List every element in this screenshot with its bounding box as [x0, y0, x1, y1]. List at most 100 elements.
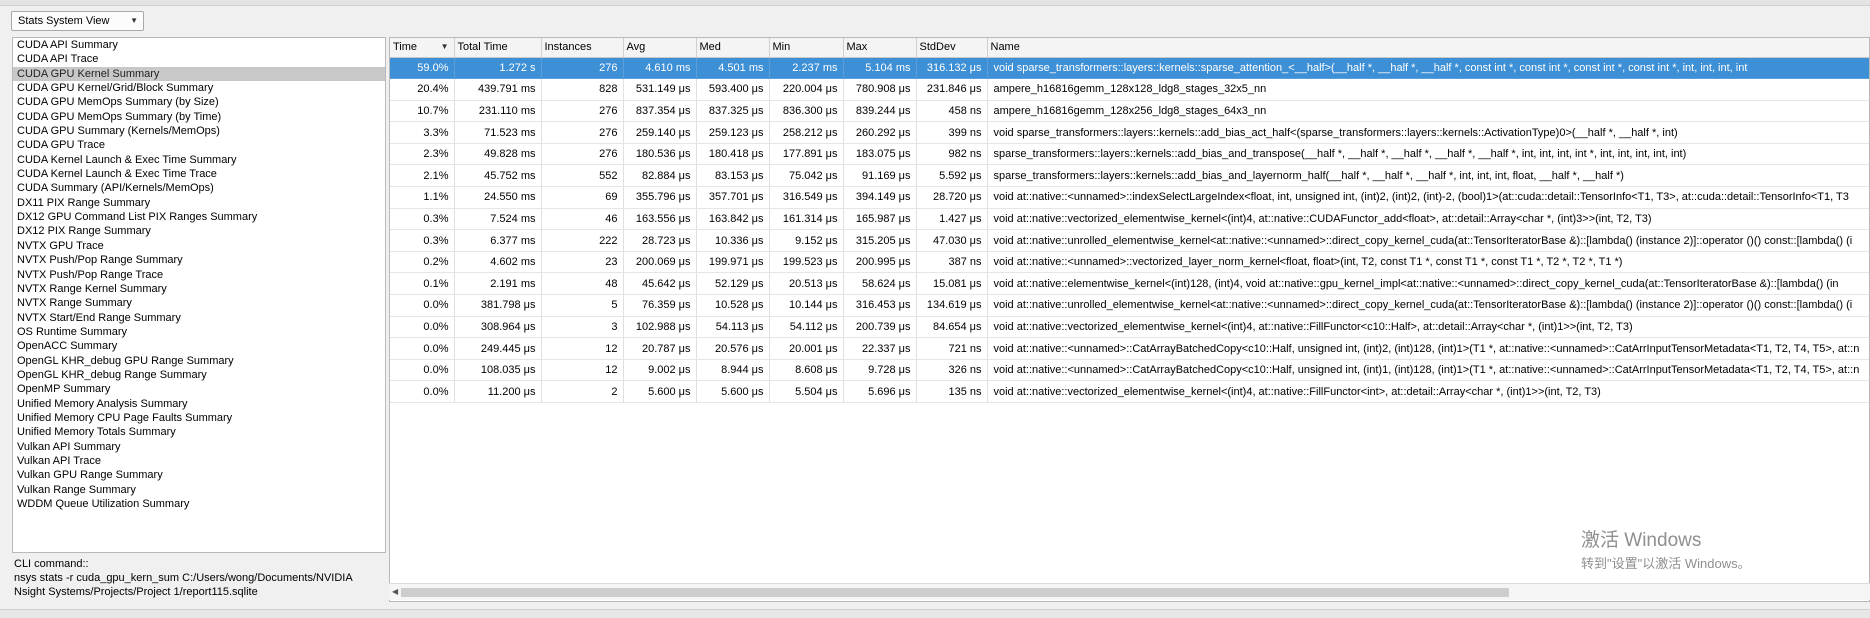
- view-selector-dropdown[interactable]: Stats System View ▼: [11, 11, 144, 31]
- report-item[interactable]: CUDA GPU MemOps Summary (by Time): [13, 110, 385, 124]
- report-item[interactable]: DX11 PIX Range Summary: [13, 196, 385, 210]
- report-item[interactable]: CUDA GPU Kernel/Grid/Block Summary: [13, 81, 385, 95]
- table-row[interactable]: 0.0% 308.964 μs 3 102.988 μs 54.113 μs 54.112…: [390, 316, 1869, 339]
- table-cell-stddev: 982 ns: [916, 143, 988, 166]
- table-row[interactable]: 2.3% 49.828 ms 276 180.536 μs 180.418 μs 177.…: [390, 143, 1869, 166]
- table-cell-total-time: 11.200 μs: [454, 380, 542, 403]
- report-item[interactable]: CUDA Summary (API/Kernels/MemOps): [13, 181, 385, 195]
- table-cell-name: void at::native::vectorized_elementwise_…: [987, 316, 1869, 339]
- column-header-min[interactable]: Min: [769, 38, 844, 58]
- column-header-time[interactable]: Time ▼: [390, 38, 455, 58]
- table-cell-avg: 4.610 ms: [623, 57, 697, 80]
- table-cell-time: 0.0%: [390, 337, 455, 360]
- table-cell-min: 199.523 μs: [769, 251, 844, 274]
- column-header-label: Total Time: [457, 41, 508, 54]
- table-cell-time: 20.4%: [390, 78, 455, 101]
- report-item[interactable]: Unified Memory CPU Page Faults Summary: [13, 411, 385, 425]
- table-cell-time: 2.1%: [390, 164, 455, 188]
- report-list[interactable]: CUDA API Summary CUDA API Trace CUDA GPU K…: [12, 37, 386, 553]
- report-item[interactable]: CUDA GPU MemOps Summary (by Size): [13, 95, 385, 109]
- horizontal-scrollbar[interactable]: ◀: [389, 583, 1870, 600]
- table-row[interactable]: 0.3% 7.524 ms 46 163.556 μs 163.842 μs 161.31…: [390, 208, 1869, 231]
- column-header-max[interactable]: Max: [843, 38, 917, 58]
- table-row[interactable]: 0.1% 2.191 ms 48 45.642 μs 52.129 μs 20.513 μ…: [390, 272, 1869, 296]
- report-item[interactable]: Unified Memory Analysis Summary: [13, 397, 385, 411]
- report-item[interactable]: NVTX Range Summary: [13, 296, 385, 310]
- table-cell-max: 260.292 μs: [843, 121, 917, 144]
- report-item[interactable]: CUDA GPU Summary (Kernels/MemOps): [13, 124, 385, 138]
- report-item[interactable]: DX12 GPU Command List PIX Ranges Summary: [13, 210, 385, 224]
- column-header-avg[interactable]: Avg: [623, 38, 697, 58]
- table-row[interactable]: 0.2% 4.602 ms 23 200.069 μs 199.971 μs 199.52…: [390, 251, 1869, 274]
- table-cell-med: 837.325 μs: [696, 100, 770, 123]
- table-cell-instances: 69: [541, 186, 624, 209]
- table-cell-min: 5.504 μs: [769, 380, 844, 403]
- report-item[interactable]: Vulkan GPU Range Summary: [13, 468, 385, 482]
- report-item[interactable]: OS Runtime Summary: [13, 325, 385, 339]
- table-cell-total-time: 2.191 ms: [454, 272, 542, 296]
- report-item[interactable]: DX12 PIX Range Summary: [13, 224, 385, 238]
- table-cell-stddev: 134.619 μs: [916, 294, 988, 317]
- stats-table-panel: Time ▼ Total Time Instances Avg Med Min Max StdD…: [389, 37, 1870, 602]
- table-cell-med: 163.842 μs: [696, 208, 770, 231]
- report-item[interactable]: CUDA GPU Kernel Summary: [13, 66, 385, 82]
- report-item[interactable]: OpenGL KHR_debug GPU Range Summary: [13, 354, 385, 368]
- table-row[interactable]: 0.0% 11.200 μs 2 5.600 μs 5.600 μs 5.504 μs 5.…: [390, 380, 1869, 403]
- table-row[interactable]: 0.3% 6.377 ms 222 28.723 μs 10.336 μs 9.152 μ…: [390, 229, 1869, 252]
- table-cell-name: void at::native::<unnamed>::CatArrayBatc…: [987, 359, 1869, 382]
- table-cell-name: void at::native::elementwise_kernel<(int…: [987, 272, 1869, 296]
- table-row[interactable]: 2.1% 45.752 ms 552 82.884 μs 83.153 μs 75.042…: [390, 164, 1869, 188]
- column-header-label: StdDev: [919, 41, 956, 54]
- table-cell-name: void at::native::vectorized_elementwise_…: [987, 208, 1869, 231]
- table-cell-med: 8.944 μs: [696, 359, 770, 382]
- table-cell-time: 3.3%: [390, 121, 455, 144]
- table-cell-max: 9.728 μs: [843, 359, 917, 382]
- report-item[interactable]: NVTX Push/Pop Range Trace: [13, 268, 385, 282]
- report-item[interactable]: Unified Memory Totals Summary: [13, 425, 385, 439]
- table-row[interactable]: 0.0% 108.035 μs 12 9.002 μs 8.944 μs 8.608 μs…: [390, 359, 1869, 382]
- table-row[interactable]: 0.0% 381.798 μs 5 76.359 μs 10.528 μs 10.144 …: [390, 294, 1869, 317]
- table-cell-total-time: 439.791 ms: [454, 78, 542, 101]
- table-row[interactable]: 20.4% 439.791 ms 828 531.149 μs 593.400 μs 22…: [390, 78, 1869, 101]
- report-item[interactable]: CUDA Kernel Launch & Exec Time Summary: [13, 153, 385, 167]
- report-item[interactable]: Vulkan API Trace: [13, 454, 385, 468]
- table-row[interactable]: 59.0% 1.272 s 276 4.610 ms 4.501 ms 2.237 ms 5…: [390, 57, 1869, 80]
- scroll-left-icon[interactable]: ◀: [392, 587, 398, 596]
- report-item[interactable]: NVTX GPU Trace: [13, 239, 385, 253]
- report-item[interactable]: NVTX Range Kernel Summary: [13, 282, 385, 296]
- report-item[interactable]: Vulkan Range Summary: [13, 483, 385, 497]
- table-cell-total-time: 308.964 μs: [454, 316, 542, 339]
- table-cell-time: 10.7%: [390, 100, 455, 123]
- column-header-total-time[interactable]: Total Time: [454, 38, 542, 58]
- scrollbar-thumb[interactable]: [401, 588, 1509, 597]
- report-item[interactable]: OpenGL KHR_debug Range Summary: [13, 368, 385, 382]
- column-header-instances[interactable]: Instances: [541, 38, 624, 58]
- table-cell-avg: 82.884 μs: [623, 164, 697, 188]
- report-item[interactable]: NVTX Start/End Range Summary: [13, 311, 385, 325]
- table-row[interactable]: 3.3% 71.523 ms 276 259.140 μs 259.123 μs 258.…: [390, 121, 1869, 144]
- report-item[interactable]: CUDA API Trace: [13, 52, 385, 66]
- table-row[interactable]: 10.7% 231.110 ms 276 837.354 μs 837.325 μs 83…: [390, 100, 1869, 123]
- report-item[interactable]: CUDA API Summary: [13, 38, 385, 52]
- table-row[interactable]: 1.1% 24.550 ms 69 355.796 μs 357.701 μs 316.5…: [390, 186, 1869, 209]
- table-row[interactable]: 0.0% 249.445 μs 12 20.787 μs 20.576 μs 20.001…: [390, 337, 1869, 360]
- report-item[interactable]: CUDA GPU Trace: [13, 138, 385, 152]
- column-header-stddev[interactable]: StdDev: [916, 38, 988, 58]
- report-item[interactable]: OpenMP Summary: [13, 382, 385, 396]
- table-cell-med: 259.123 μs: [696, 121, 770, 144]
- column-header-med[interactable]: Med: [696, 38, 770, 58]
- stats-table: Time ▼ Total Time Instances Avg Med Min Max StdD…: [390, 38, 1869, 403]
- report-item[interactable]: Vulkan API Summary: [13, 440, 385, 454]
- report-item[interactable]: WDDM Queue Utilization Summary: [13, 497, 385, 511]
- report-item[interactable]: CUDA Kernel Launch & Exec Time Trace: [13, 167, 385, 181]
- table-cell-total-time: 24.550 ms: [454, 186, 542, 209]
- report-item[interactable]: NVTX Push/Pop Range Summary: [13, 253, 385, 267]
- table-cell-avg: 76.359 μs: [623, 294, 697, 317]
- report-item[interactable]: OpenACC Summary: [13, 339, 385, 353]
- table-cell-avg: 20.787 μs: [623, 337, 697, 360]
- column-header-name[interactable]: Name: [987, 38, 1869, 58]
- table-cell-max: 58.624 μs: [843, 272, 917, 296]
- table-cell-instances: 276: [541, 57, 624, 80]
- table-cell-time: 0.1%: [390, 272, 455, 296]
- table-cell-total-time: 49.828 ms: [454, 143, 542, 166]
